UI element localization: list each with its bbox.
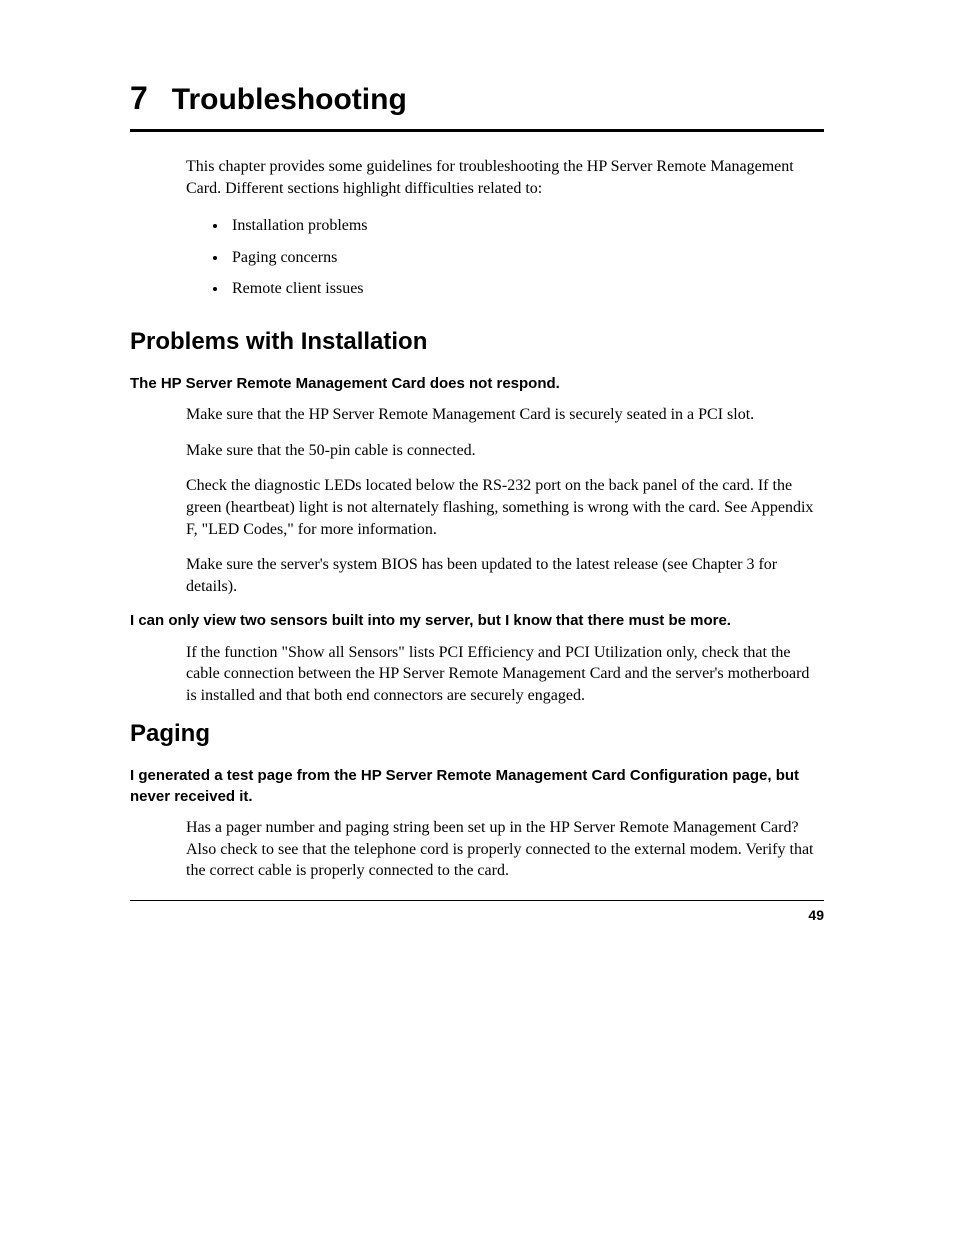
subheading-no-respond: The HP Server Remote Management Card doe…: [130, 374, 824, 394]
list-item: Paging concerns: [228, 247, 824, 269]
chapter-header: 7 Troubleshooting: [130, 80, 824, 132]
chapter-title: Troubleshooting: [172, 83, 407, 117]
body-text: Check the diagnostic LEDs located below …: [186, 475, 824, 540]
list-item: Remote client issues: [228, 278, 824, 300]
list-item: Installation problems: [228, 215, 824, 237]
body-text: Make sure that the 50-pin cable is conne…: [186, 440, 824, 462]
page-footer: 49: [130, 900, 824, 923]
document-page: 7 Troubleshooting This chapter provides …: [130, 80, 824, 923]
section-heading-installation: Problems with Installation: [130, 328, 824, 356]
page-number: 49: [808, 907, 824, 923]
body-text: If the function "Show all Sensors" lists…: [186, 642, 824, 707]
section-heading-paging: Paging: [130, 720, 824, 748]
intro-paragraph: This chapter provides some guidelines fo…: [186, 156, 824, 199]
subheading-two-sensors: I can only view two sensors built into m…: [130, 611, 824, 631]
body-text: Make sure the server's system BIOS has b…: [186, 554, 824, 597]
subheading-test-page: I generated a test page from the HP Serv…: [130, 766, 824, 807]
body-text: Make sure that the HP Server Remote Mana…: [186, 404, 824, 426]
intro-bullets: Installation problems Paging concerns Re…: [210, 215, 824, 300]
body-text: Has a pager number and paging string bee…: [186, 817, 824, 882]
chapter-number: 7: [130, 80, 148, 117]
